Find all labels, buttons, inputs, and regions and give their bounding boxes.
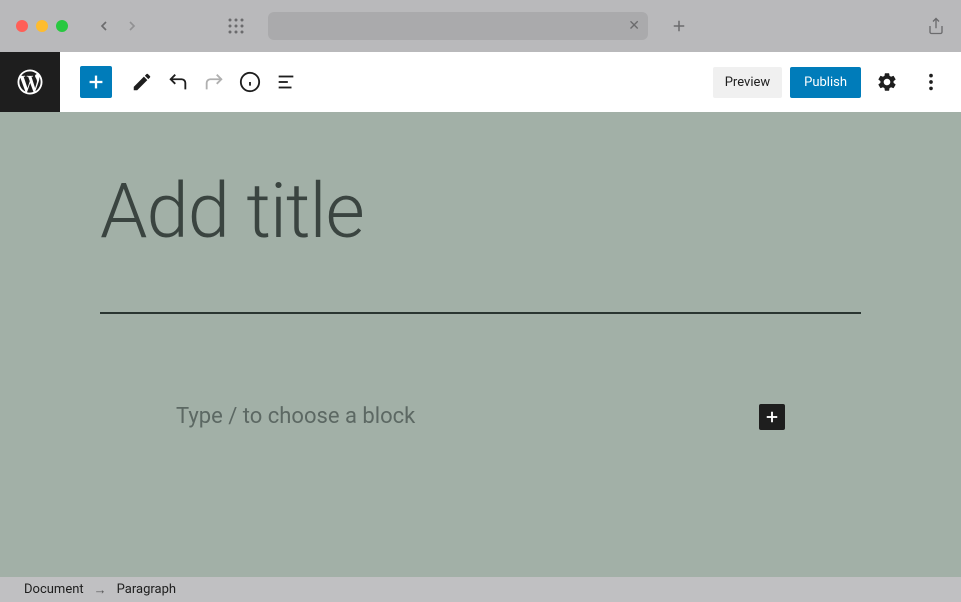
address-bar[interactable]: ✕ — [268, 12, 648, 40]
minimize-window-button[interactable] — [36, 20, 48, 32]
nav-arrows — [96, 18, 140, 34]
more-options-button[interactable] — [913, 64, 949, 100]
editor-toolbar: Preview Publish — [0, 52, 961, 112]
paragraph-block[interactable]: Type / to choose a block — [100, 404, 861, 430]
publish-button[interactable]: Publish — [790, 67, 861, 98]
edit-tool-icon[interactable] — [124, 64, 160, 100]
chevron-right-icon: → — [94, 582, 107, 598]
forward-button[interactable] — [124, 18, 140, 34]
wordpress-logo[interactable] — [0, 52, 60, 112]
apps-grid-icon[interactable] — [228, 18, 244, 34]
breadcrumb-root[interactable]: Document — [24, 582, 84, 597]
breadcrumb: Document → Paragraph — [0, 577, 961, 602]
clear-address-icon[interactable]: ✕ — [628, 18, 640, 34]
close-window-button[interactable] — [16, 20, 28, 32]
redo-button — [196, 64, 232, 100]
breadcrumb-current[interactable]: Paragraph — [117, 582, 176, 597]
back-button[interactable] — [96, 18, 112, 34]
info-icon[interactable] — [232, 64, 268, 100]
maximize-window-button[interactable] — [56, 20, 68, 32]
outline-icon[interactable] — [268, 64, 304, 100]
undo-button[interactable] — [160, 64, 196, 100]
inline-add-block-button[interactable] — [759, 404, 785, 430]
separator-line — [100, 312, 861, 314]
paragraph-placeholder[interactable]: Type / to choose a block — [176, 404, 759, 429]
editor-canvas: Add title Type / to choose a block — [0, 112, 961, 577]
share-button[interactable] — [927, 17, 945, 35]
browser-chrome: ✕ — [0, 0, 961, 52]
new-tab-button[interactable] — [670, 17, 688, 35]
traffic-lights — [16, 20, 68, 32]
settings-button[interactable] — [869, 64, 905, 100]
add-block-button[interactable] — [80, 66, 112, 98]
toolbar-right: Preview Publish — [713, 64, 949, 100]
preview-button[interactable]: Preview — [713, 67, 782, 98]
post-title-placeholder[interactable]: Add title — [100, 172, 861, 252]
